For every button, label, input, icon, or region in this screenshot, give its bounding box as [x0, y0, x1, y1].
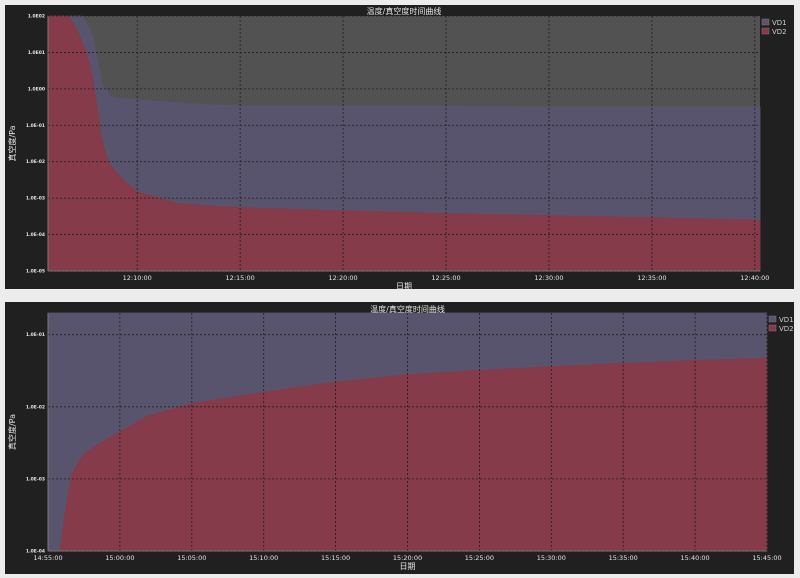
x-tick-label: 12:30:00	[534, 274, 563, 282]
x-tick-label: 14:55:00	[33, 554, 62, 562]
y-tick-label: 1.0E-03	[26, 196, 45, 202]
x-axis-label: 日期	[400, 562, 416, 571]
x-axis-label: 日期	[396, 282, 412, 289]
chart-title: 温度/真空度时间曲线	[367, 6, 442, 16]
x-tick-label: 12:35:00	[637, 274, 666, 282]
y-tick-label: 1.0E-02	[26, 404, 45, 410]
x-tick-label: 15:30:00	[537, 554, 566, 562]
x-tick-label: 15:10:00	[249, 554, 278, 562]
chart-title: 温度/真空度时间曲线	[370, 304, 445, 314]
legend-swatch-vd1	[768, 315, 777, 323]
y-tick-label: 1.0E-03	[26, 476, 45, 482]
x-tick-label: 12:25:00	[431, 274, 460, 282]
y-tick-label: 1.0E-02	[26, 159, 45, 165]
x-tick-label: 15:20:00	[393, 554, 422, 562]
x-tick-label: 15:25:00	[465, 554, 494, 562]
legend-swatch-vd2	[761, 27, 770, 35]
legend-label-vd1: VD1	[779, 316, 794, 324]
x-tick-label: 12:15:00	[226, 274, 255, 282]
x-tick-label: 15:05:00	[177, 554, 206, 562]
y-tick-label: 1.0E01	[28, 50, 45, 56]
y-tick-label: 1.0E00	[28, 86, 45, 92]
legend-label-vd2: VD2	[772, 28, 787, 36]
y-tick-label: 1.0E-04	[26, 232, 45, 238]
x-tick-label: 12:20:00	[328, 274, 357, 282]
legend-swatch-vd1	[761, 18, 770, 26]
x-tick-label: 15:35:00	[609, 554, 638, 562]
legend-label-vd1: VD1	[772, 19, 787, 27]
y-tick-label: 1.0E-05	[26, 269, 45, 275]
chart-bottom: 1.0E-011.0E-021.0E-031.0E-0414:55:00 15:0…	[7, 304, 794, 571]
legend-label-vd2: VD2	[779, 325, 794, 333]
y-tick-label: 1.0E-01	[26, 123, 45, 129]
x-tick-label: 12:40:00	[740, 274, 769, 282]
x-tick-label: 15:45:00	[752, 554, 781, 562]
x-tick-label: 15:00:00	[105, 554, 134, 562]
y-tick-label: 1.0E-01	[26, 332, 45, 338]
chart-panel-bottom: 1.0E-01 1.0E-02 1.0E-03 1.0E-04 14:55:00 15:0…	[5, 302, 794, 574]
y-axis-label: 真空度/Pa	[7, 414, 17, 450]
chart-panel-top: 1.0E02 1.0E01 1.0E00 1.0E-01 1.0E-02 1.0E-03 1…	[5, 5, 794, 289]
legend-swatch-vd2	[768, 324, 777, 332]
x-tick-label: 15:40:00	[680, 554, 709, 562]
y-tick-label: 1.0E02	[28, 14, 45, 20]
chart-top: 1.0E02 1.0E01 1.0E00 1.0E-01 1.0E-02 1.0E-03 1…	[7, 6, 787, 289]
x-tick-label: 15:15:00	[321, 554, 350, 562]
y-axis-label: 真空度/Pa	[7, 125, 17, 161]
x-tick-label: 12:10:00	[123, 274, 152, 282]
